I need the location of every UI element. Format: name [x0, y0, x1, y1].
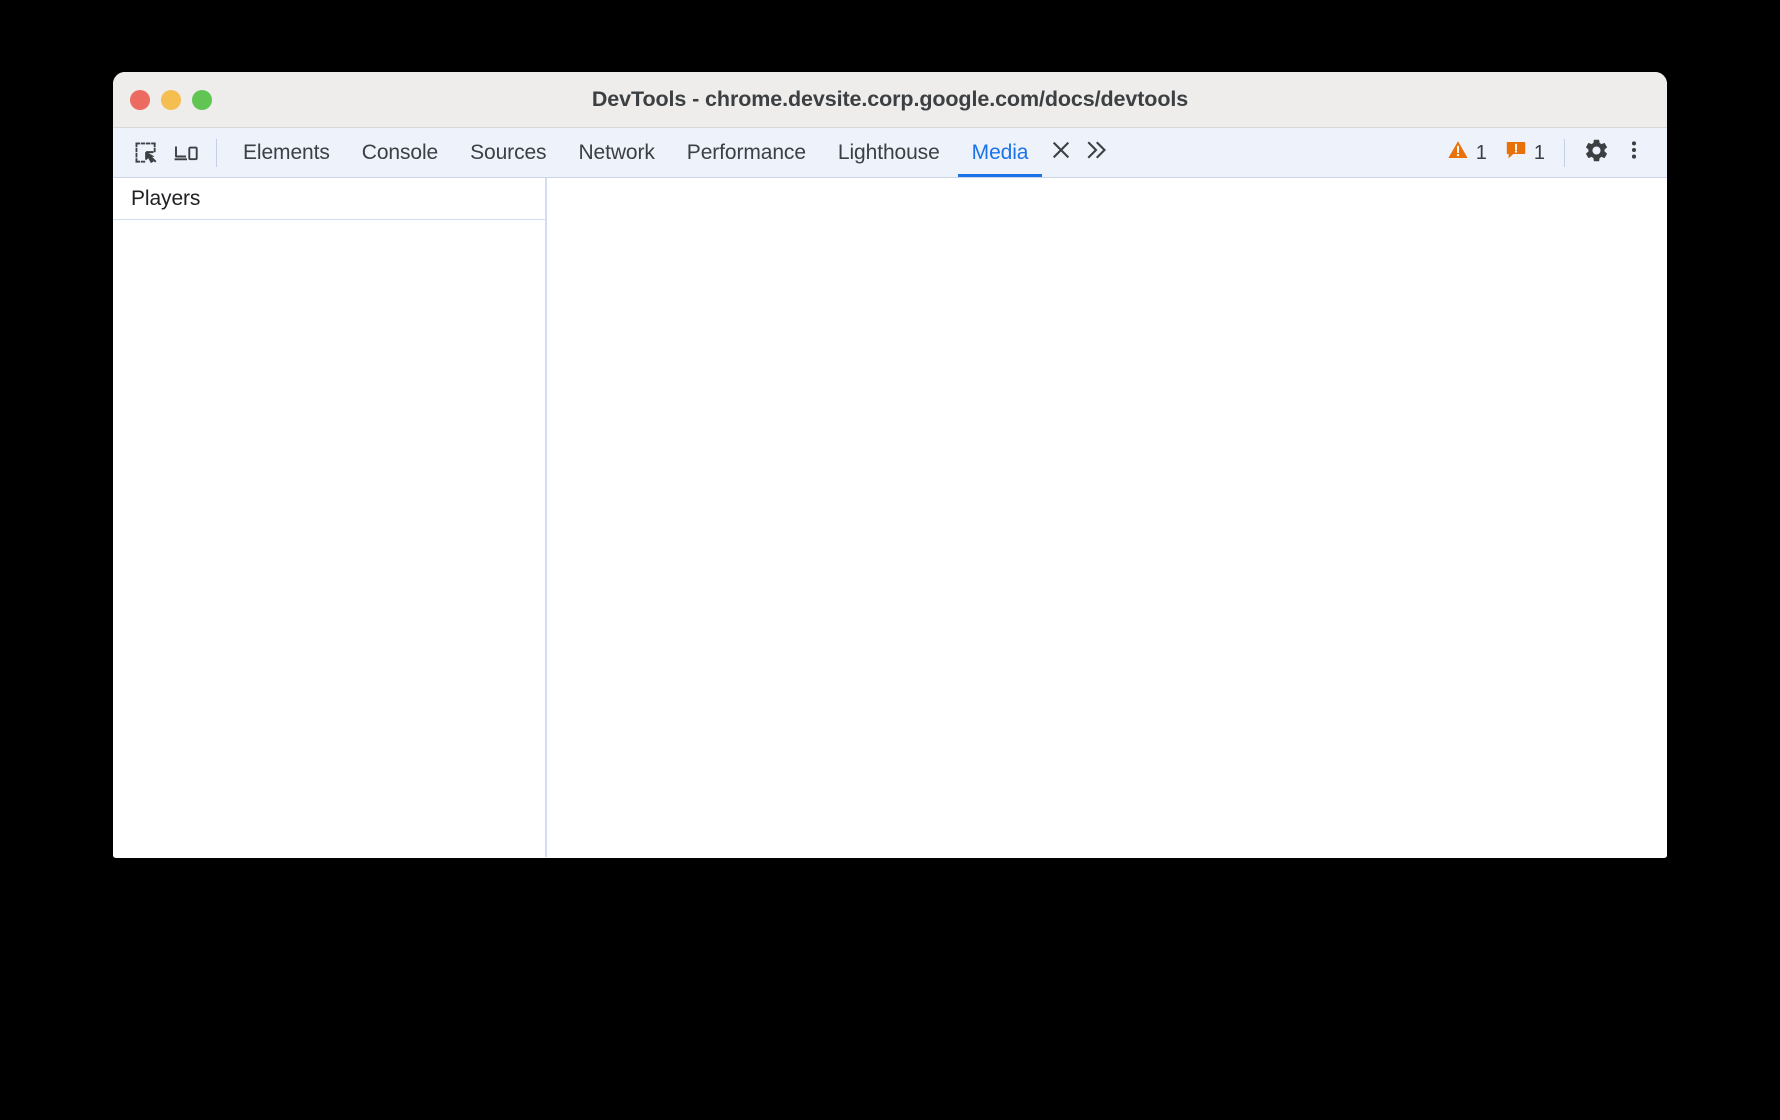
inspect-element-icon — [133, 140, 159, 166]
settings-button[interactable] — [1577, 134, 1615, 172]
minimize-window-button[interactable] — [161, 89, 181, 110]
warnings-counter[interactable]: 1 — [1438, 135, 1496, 171]
players-list[interactable] — [113, 220, 545, 857]
gear-icon — [1583, 137, 1610, 169]
tab-lighthouse-label: Lighthouse — [837, 140, 940, 164]
more-tabs-button[interactable] — [1080, 136, 1114, 170]
issues-counter[interactable]: 1 — [1496, 135, 1554, 171]
devtools-toolbar: Elements Console Sources Network Perform… — [113, 128, 1667, 178]
tab-console-label: Console — [361, 140, 439, 164]
tab-performance-label: Performance — [686, 140, 806, 164]
close-icon — [1051, 140, 1071, 165]
toolbar-right-actions: 1 1 — [1438, 134, 1667, 172]
device-toolbar-button[interactable] — [166, 133, 206, 173]
chevron-double-right-icon — [1085, 139, 1109, 166]
issues-count: 1 — [1533, 141, 1545, 164]
tab-network-label: Network — [578, 140, 655, 164]
players-title: Players — [131, 186, 201, 210]
tab-sources[interactable]: Sources — [454, 128, 562, 177]
players-sidebar-header: Players — [113, 178, 545, 220]
warning-triangle-icon — [1447, 139, 1469, 166]
device-toolbar-icon — [172, 140, 200, 166]
screen-root: DevTools - chrome.devsite.corp.google.co… — [0, 0, 1780, 1120]
maximize-window-button[interactable] — [192, 89, 212, 110]
tab-sources-label: Sources — [470, 140, 547, 164]
issue-icon — [1505, 139, 1527, 166]
players-sidebar: Players — [113, 178, 547, 857]
tab-console[interactable]: Console — [346, 128, 454, 177]
tab-elements[interactable]: Elements — [227, 128, 346, 177]
window-titlebar: DevTools - chrome.devsite.corp.google.co… — [113, 72, 1667, 128]
panel-tabs: Elements Console Sources Network Perform… — [227, 128, 1044, 177]
close-tab-button[interactable] — [1046, 138, 1076, 168]
toolbar-divider — [216, 138, 217, 167]
tab-media[interactable]: Media — [956, 128, 1045, 177]
toolbar-right-divider — [1564, 138, 1565, 167]
media-panel: Players — [113, 178, 1667, 857]
tab-media-label: Media — [971, 140, 1029, 164]
traffic-light-controls — [130, 72, 212, 127]
tab-lighthouse[interactable]: Lighthouse — [822, 128, 956, 177]
close-window-button[interactable] — [130, 89, 150, 110]
warnings-count: 1 — [1475, 141, 1487, 164]
player-details-pane — [547, 178, 1667, 857]
devtools-window: DevTools - chrome.devsite.corp.google.co… — [113, 72, 1667, 858]
tab-elements-label: Elements — [243, 140, 330, 164]
more-options-button[interactable] — [1615, 134, 1653, 172]
inspect-element-button[interactable] — [126, 133, 166, 173]
tab-performance[interactable]: Performance — [671, 128, 822, 177]
more-vertical-icon — [1623, 138, 1645, 167]
tab-network[interactable]: Network — [562, 128, 670, 177]
window-title: DevTools - chrome.devsite.corp.google.co… — [591, 87, 1189, 111]
